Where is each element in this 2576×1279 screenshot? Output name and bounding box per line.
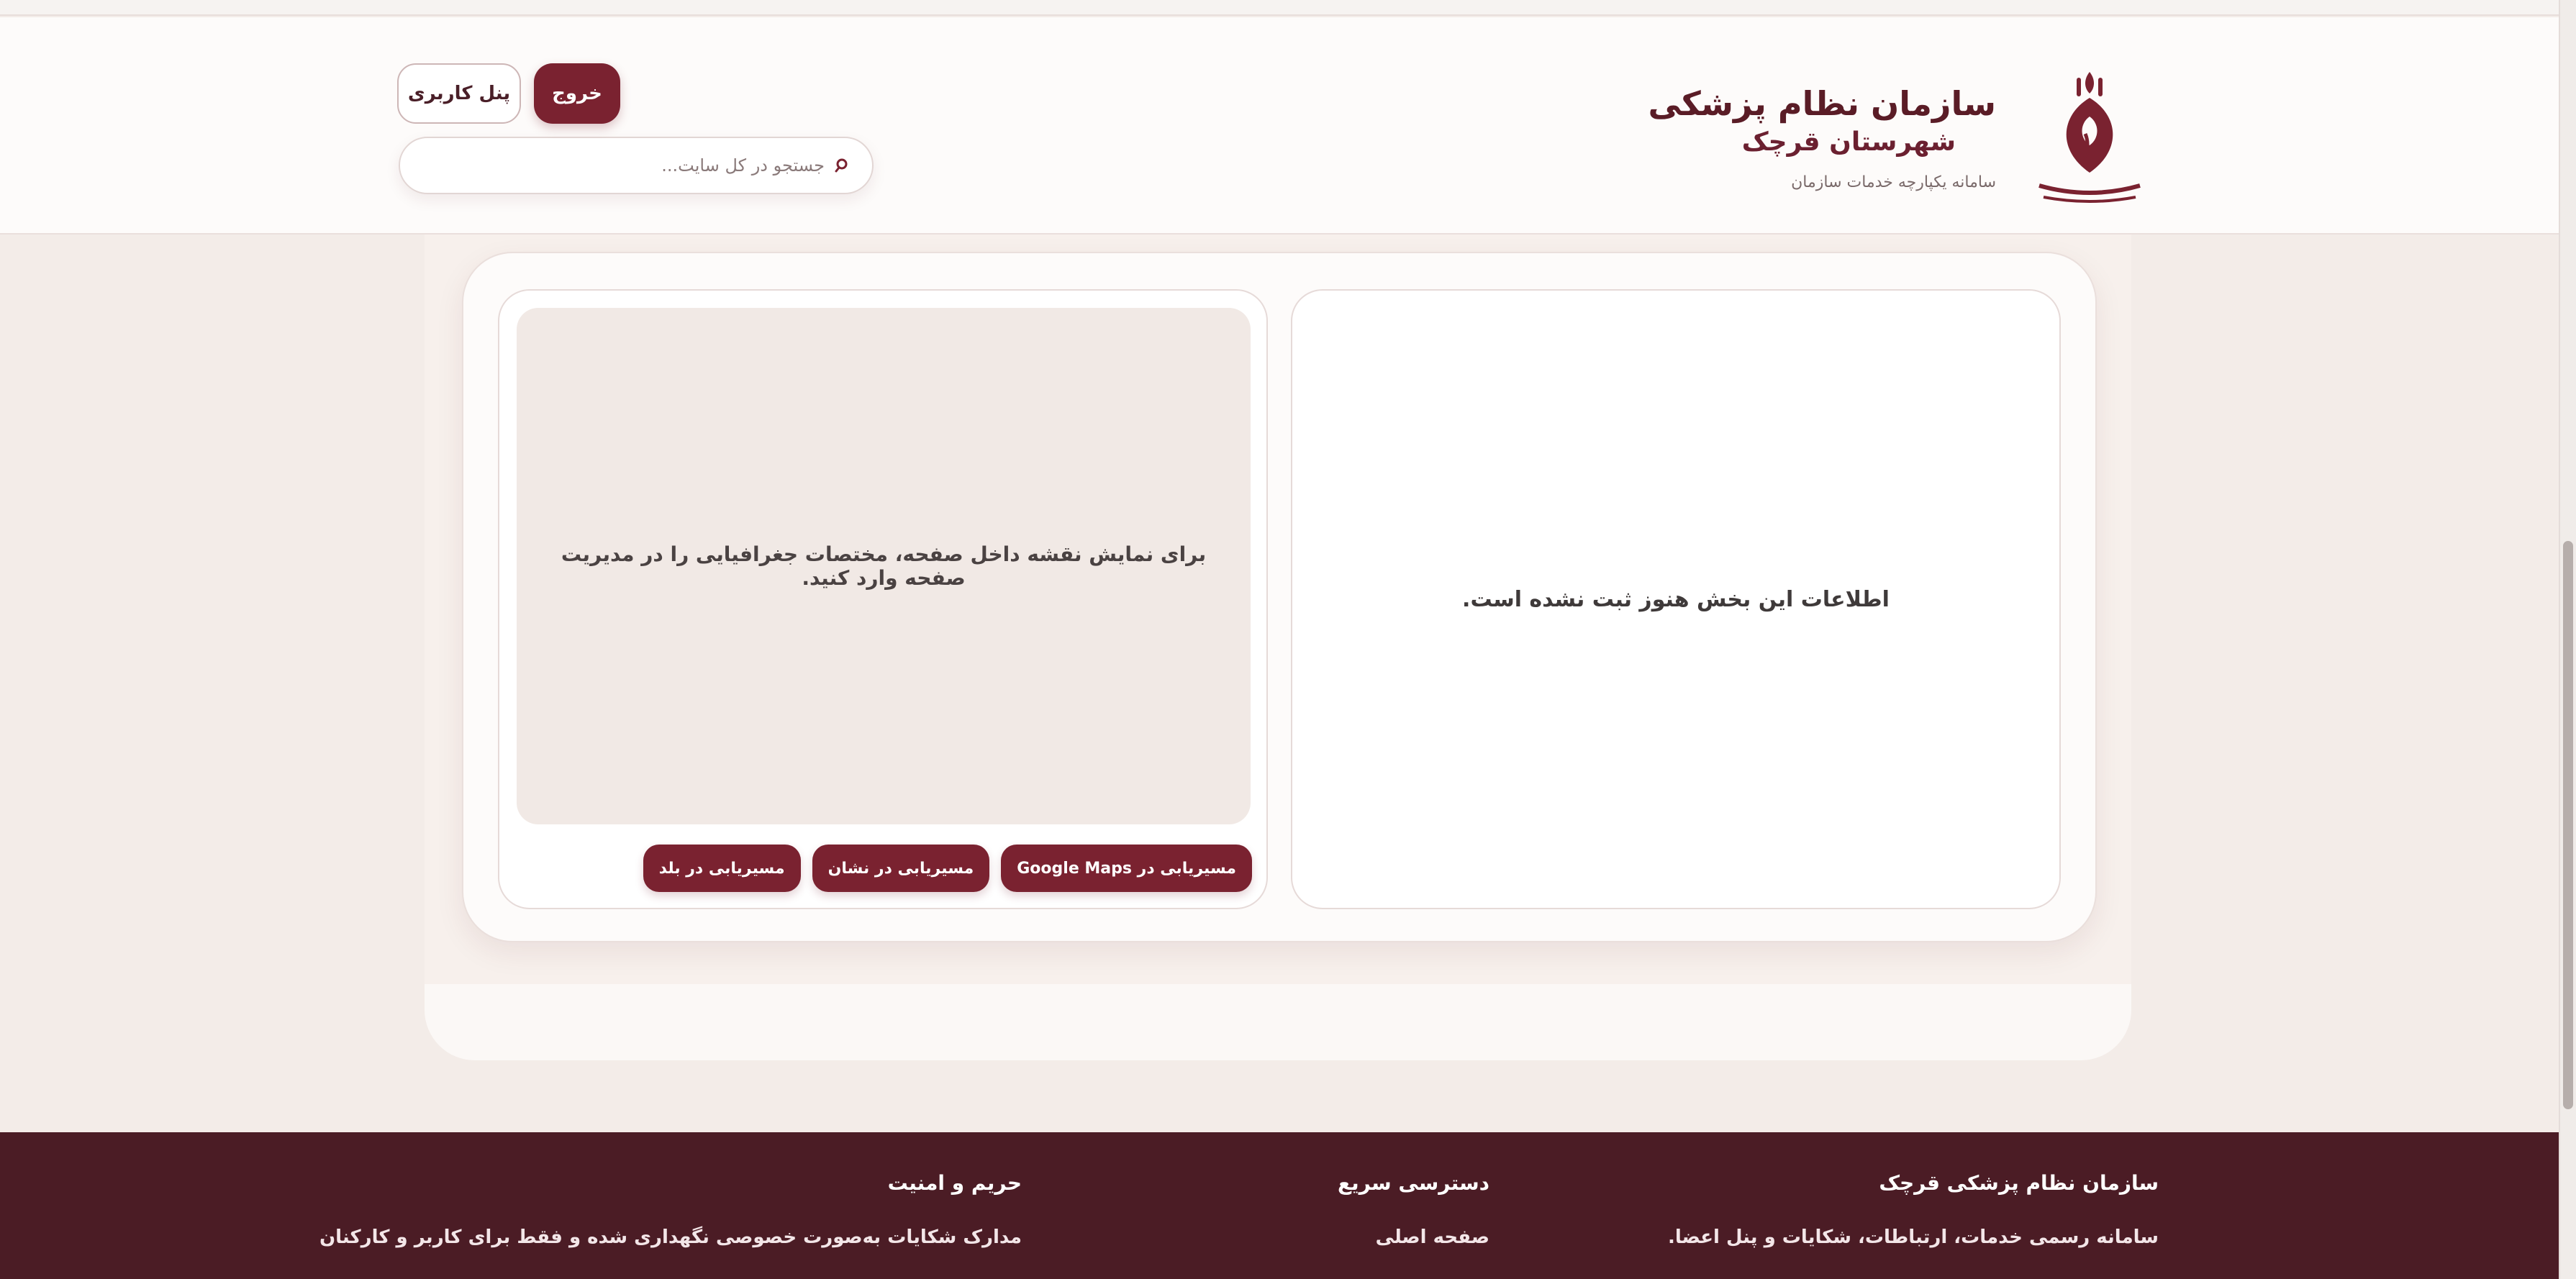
site-title: سازمان نظام پزشکی xyxy=(1648,83,1996,123)
contact-info-box: اطلاعات این بخش هنوز ثبت نشده است. xyxy=(1291,289,2061,909)
route-balad-button[interactable]: مسیریابی در بلد xyxy=(643,845,801,892)
emblem-logo xyxy=(2025,65,2154,209)
footer-privacy-text: مدارک شکایات به‌صورت خصوصی نگهداری شده و… xyxy=(319,1226,1022,1248)
map-placeholder: برای نمایش نقشه داخل صفحه، مختصات جغرافی… xyxy=(517,308,1251,824)
footer-privacy: حریم و امنیت مدارک شکایات به‌صورت خصوصی … xyxy=(319,1171,1022,1248)
search-box[interactable] xyxy=(399,137,874,194)
route-buttons: مسیریابی در Google Maps مسیریابی در نشان… xyxy=(643,845,1252,892)
page-card-bottom xyxy=(425,984,2131,1060)
footer-home-link[interactable]: صفحه اصلی xyxy=(1338,1226,1489,1248)
footer-quick-access: دسترسی سریع صفحه اصلی xyxy=(1338,1171,1489,1248)
footer-privacy-heading: حریم و امنیت xyxy=(887,1171,1022,1195)
route-google-maps-button[interactable]: مسیریابی در Google Maps xyxy=(1001,845,1252,892)
user-panel-button[interactable]: پنل کاربری xyxy=(397,63,521,124)
search-icon xyxy=(835,158,848,173)
logout-button[interactable]: خروج xyxy=(534,63,620,124)
footer-quick-heading: دسترسی سریع xyxy=(1338,1171,1489,1195)
contact-info-empty-text: اطلاعات این بخش هنوز ثبت نشده است. xyxy=(1462,586,1890,612)
site-footer: سازمان نظام پزشکی قرچک سامانه رسمی خدمات… xyxy=(0,1132,2559,1279)
contact-card: اطلاعات این بخش هنوز ثبت نشده است. برای … xyxy=(462,252,2097,942)
scrollbar-thumb[interactable] xyxy=(2563,541,2573,1109)
search-input[interactable] xyxy=(422,155,825,176)
footer-org-heading: سازمان نظام پزشکی قرچک xyxy=(1879,1171,2159,1195)
route-neshan-button[interactable]: مسیریابی در نشان xyxy=(812,845,990,892)
site-subtitle: شهرستان قرچک xyxy=(1741,127,1956,157)
page-scrollbar[interactable] xyxy=(2559,0,2576,1279)
page-card: اطلاعات این بخش هنوز ثبت نشده است. برای … xyxy=(425,235,2131,1060)
browser-top-strip xyxy=(0,0,2559,16)
header-actions: پنل کاربری خروج xyxy=(397,63,874,194)
brand[interactable]: سازمان نظام پزشکی شهرستان قرچک سامانه یک… xyxy=(1648,58,2154,216)
site-header: سازمان نظام پزشکی شهرستان قرچک سامانه یک… xyxy=(0,17,2559,235)
emblem-logo-graphic xyxy=(2038,72,2141,203)
map-box: برای نمایش نقشه داخل صفحه، مختصات جغرافی… xyxy=(498,289,1268,909)
footer-org: سازمان نظام پزشکی قرچک سامانه رسمی خدمات… xyxy=(1668,1171,2159,1248)
map-notice-text: برای نمایش نقشه داخل صفحه، مختصات جغرافی… xyxy=(561,542,1207,590)
site-tagline: سامانه یکپارچه خدمات سازمان xyxy=(1791,173,1996,191)
footer-org-text: سامانه رسمی خدمات، ارتباطات، شکایات و پن… xyxy=(1667,1226,2159,1248)
